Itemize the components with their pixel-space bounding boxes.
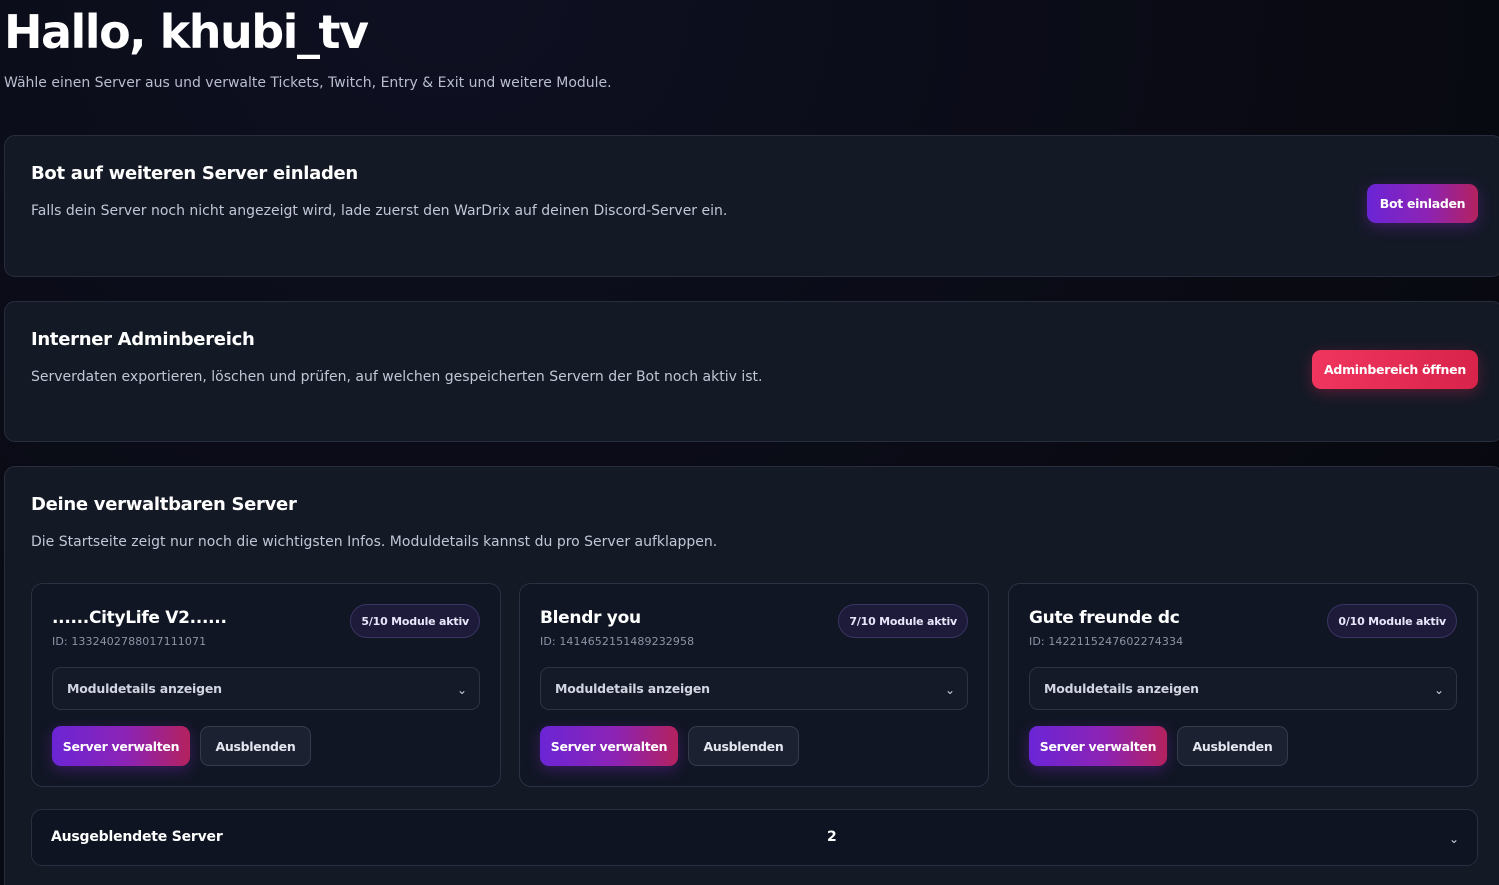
admin-area-card: Interner Adminbereich Serverdaten export…: [4, 301, 1499, 442]
servers-section-text: Die Startseite zeigt nur noch die wichti…: [31, 534, 718, 550]
server-card: Gute freunde dc ID: 1422115247602274334 …: [1008, 583, 1478, 787]
modules-active-badge: 0/10 Module aktiv: [1327, 604, 1457, 638]
manage-server-button[interactable]: Server verwalten: [1029, 726, 1167, 766]
invite-bot-card: Bot auf weiteren Server einladen Falls d…: [4, 135, 1499, 277]
invite-card-title: Bot auf weiteren Server einladen: [31, 163, 358, 184]
server-id: ID: 1422115247602274334: [1029, 635, 1184, 648]
invite-card-text: Falls dein Server noch nicht angezeigt w…: [31, 203, 728, 219]
open-admin-area-button[interactable]: Adminbereich öffnen: [1312, 350, 1478, 389]
server-name: Gute freunde dc: [1029, 608, 1180, 628]
hide-server-button[interactable]: Ausblenden: [1177, 726, 1288, 766]
module-details-toggle[interactable]: Moduldetails anzeigen ⌄: [52, 667, 480, 710]
server-card: ......CityLife V2...... ID: 133240278801…: [31, 583, 501, 787]
modules-active-badge: 5/10 Module aktiv: [350, 604, 480, 638]
admin-card-text: Serverdaten exportieren, löschen und prü…: [31, 369, 763, 385]
server-id: ID: 1414652151489232958: [540, 635, 695, 648]
module-details-label: Moduldetails anzeigen: [555, 681, 710, 696]
hidden-servers-label: Ausgeblendete Server: [51, 829, 223, 845]
hide-server-button[interactable]: Ausblenden: [688, 726, 799, 766]
module-details-label: Moduldetails anzeigen: [67, 681, 222, 696]
module-details-label: Moduldetails anzeigen: [1044, 681, 1199, 696]
server-card: Blendr you ID: 1414652151489232958 7/10 …: [519, 583, 989, 787]
chevron-down-icon: ⌄: [456, 683, 467, 697]
admin-card-title: Interner Adminbereich: [31, 329, 255, 350]
chevron-down-icon: ⌄: [1448, 832, 1459, 846]
modules-active-badge: 7/10 Module aktiv: [838, 604, 968, 638]
module-details-toggle[interactable]: Moduldetails anzeigen ⌄: [1029, 667, 1457, 710]
manage-server-button[interactable]: Server verwalten: [540, 726, 678, 766]
server-name: ......CityLife V2......: [52, 608, 227, 628]
server-id: ID: 1332402788017111071: [52, 635, 207, 648]
hidden-servers-toggle[interactable]: Ausgeblendete Server 2 ⌄: [31, 809, 1478, 866]
manage-server-button[interactable]: Server verwalten: [52, 726, 190, 766]
server-name: Blendr you: [540, 608, 641, 628]
chevron-down-icon: ⌄: [944, 683, 955, 697]
module-details-toggle[interactable]: Moduldetails anzeigen ⌄: [540, 667, 968, 710]
hidden-servers-count: 2: [827, 829, 837, 845]
page-subtitle: Wähle einen Server aus und verwalte Tick…: [4, 75, 612, 91]
chevron-down-icon: ⌄: [1433, 683, 1444, 697]
invite-bot-button[interactable]: Bot einladen: [1367, 184, 1478, 223]
servers-section-title: Deine verwaltbaren Server: [31, 494, 297, 515]
page-title: Hallo, khubi_tv: [4, 5, 369, 59]
hide-server-button[interactable]: Ausblenden: [200, 726, 311, 766]
